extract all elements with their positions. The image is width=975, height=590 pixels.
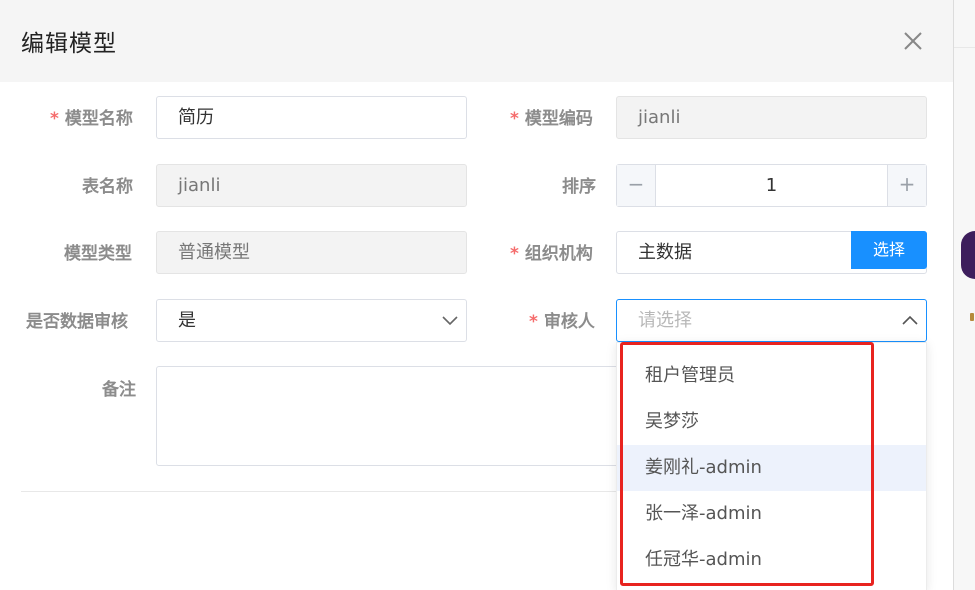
dropdown-option[interactable]: 吴梦莎 xyxy=(617,399,926,445)
background-mark xyxy=(970,313,974,321)
model-type-input: 普通模型 xyxy=(156,231,467,274)
model-code-label: * 模型编码 xyxy=(510,109,593,129)
dropdown-option[interactable]: 张一泽-admin xyxy=(617,491,926,537)
data-review-label: 是否数据审核 xyxy=(26,312,128,332)
reviewer-dropdown: 租户管理员 吴梦莎 姜刚礼-admin 张一泽-admin 任冠华-admin xyxy=(616,342,927,590)
chevron-up-icon xyxy=(902,315,918,325)
footer-divider xyxy=(21,491,621,492)
sort-stepper: − 1 + xyxy=(616,164,927,207)
reviewer-select[interactable]: 请选择 xyxy=(616,299,927,342)
table-name-input: jianli xyxy=(156,164,467,207)
dropdown-option[interactable]: 任冠华-admin xyxy=(617,537,926,583)
remark-label: 备注 xyxy=(102,380,136,400)
reviewer-label: * 审核人 xyxy=(529,312,595,332)
model-name-input[interactable]: 简历 xyxy=(156,96,467,139)
close-icon xyxy=(904,32,922,50)
remark-textarea[interactable] xyxy=(156,366,626,466)
model-type-label: 模型类型 xyxy=(64,244,132,264)
reviewer-placeholder: 请选择 xyxy=(638,310,692,331)
model-code-input: jianli xyxy=(616,96,927,139)
edit-model-dialog: 编辑模型 * 模型名称 简历 * 模型编码 jianli 表名称 jianli 排序… xyxy=(0,0,954,590)
dialog-title: 编辑模型 xyxy=(21,31,117,57)
decrement-button[interactable]: − xyxy=(617,165,656,206)
table-name-label: 表名称 xyxy=(82,177,133,197)
required-mark: * xyxy=(510,109,519,129)
required-mark: * xyxy=(510,244,519,264)
organization-label: * 组织机构 xyxy=(510,244,593,264)
chevron-down-icon xyxy=(442,316,458,326)
background-avatar xyxy=(961,231,975,279)
required-mark: * xyxy=(50,109,59,129)
model-name-label: * 模型名称 xyxy=(50,109,133,129)
required-mark: * xyxy=(529,312,538,332)
dropdown-option[interactable]: 租户管理员 xyxy=(617,353,926,399)
dropdown-option-hovered[interactable]: 姜刚礼-admin xyxy=(617,445,926,491)
close-button[interactable] xyxy=(900,28,926,54)
background-page xyxy=(953,0,975,590)
dialog-header: 编辑模型 xyxy=(0,0,953,82)
background-divider xyxy=(953,47,975,48)
data-review-select[interactable]: 是 xyxy=(156,299,467,342)
sort-value[interactable]: 1 xyxy=(655,165,888,206)
sort-label: 排序 xyxy=(562,177,596,197)
organization-select-button[interactable]: 选择 xyxy=(851,231,927,269)
increment-button[interactable]: + xyxy=(887,165,926,206)
